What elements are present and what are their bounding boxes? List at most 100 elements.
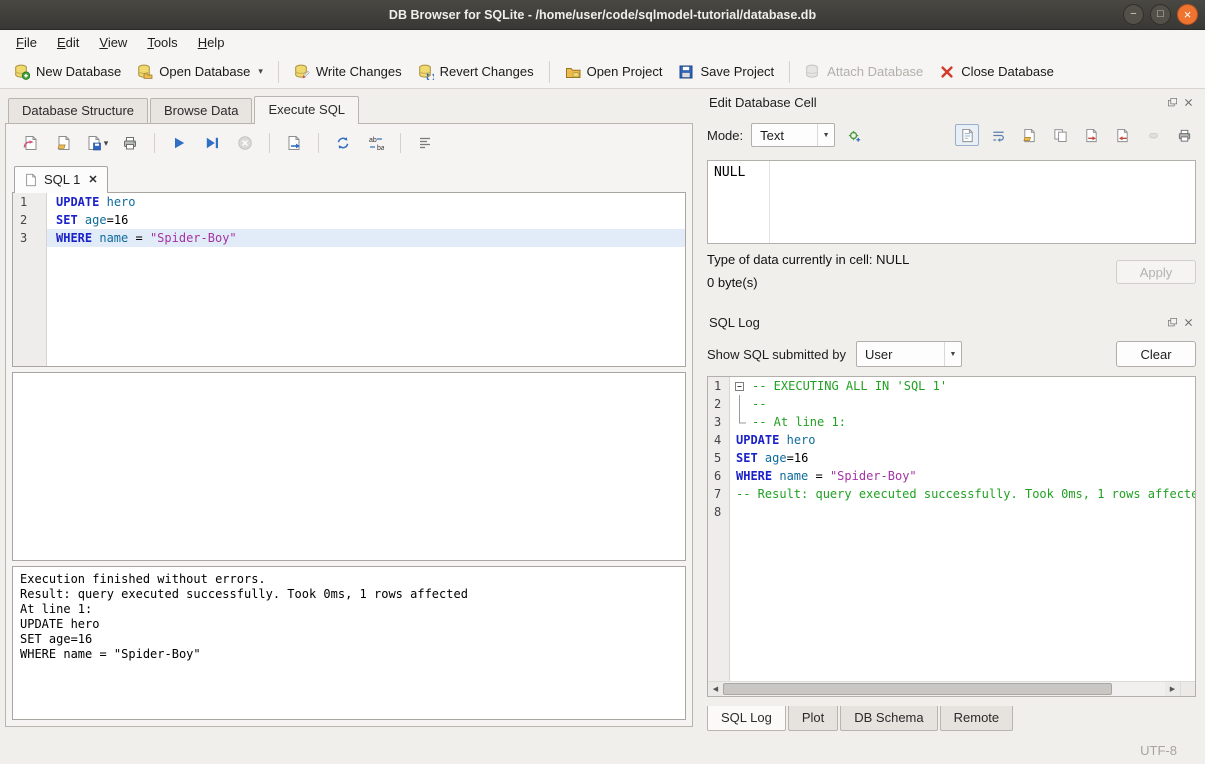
write-changes-button[interactable]: Write Changes (286, 60, 410, 84)
scroll-left-icon[interactable]: ◀ (708, 682, 723, 696)
import-cell-button[interactable] (1079, 124, 1103, 146)
close-database-button[interactable]: Close Database (931, 60, 1062, 84)
execute-current-line-button[interactable] (199, 131, 225, 155)
token-kw: WHERE (56, 231, 92, 245)
cell-editor[interactable]: NULL (707, 160, 1196, 244)
open-project-icon (565, 64, 581, 80)
print-icon (1177, 128, 1192, 143)
fold-marker-icon[interactable] (733, 377, 746, 395)
close-panel-icon[interactable] (1183, 97, 1194, 108)
menu-edit[interactable]: Edit (47, 32, 89, 53)
auto-switch-mode-button[interactable] (842, 124, 866, 146)
format-sql-button[interactable] (412, 131, 438, 155)
revert-changes-button[interactable]: Revert Changes (410, 60, 542, 84)
sql-editor[interactable]: 123 UPDATE heroSET age=16WHERE name = "S… (12, 192, 686, 367)
dropdown-arrow-icon[interactable]: ▾ (258, 66, 263, 77)
text-mode-button[interactable] (955, 124, 979, 146)
token-cm: -- At line 1: (752, 415, 846, 429)
svg-text:ba: ba (377, 145, 384, 151)
code-line[interactable]: SET age=16 (730, 449, 1195, 467)
token-num: 16 (114, 213, 128, 227)
window-controls: − □ × (1123, 4, 1198, 25)
open-project-button[interactable]: Open Project (557, 60, 671, 84)
code-line[interactable]: SET age=16 (47, 211, 685, 229)
code-line[interactable]: -- (730, 395, 1195, 413)
sql-tab-label: SQL 1 (44, 172, 80, 187)
export-cell-button[interactable] (1110, 124, 1134, 146)
execute-all-button[interactable] (166, 131, 192, 155)
token-kw: UPDATE (56, 195, 99, 209)
token-pl (779, 433, 786, 447)
open-cell-button[interactable] (1017, 124, 1041, 146)
line-number: 6 (708, 467, 729, 485)
format-sql-icon (417, 135, 433, 151)
token-cm: -- EXECUTING ALL IN 'SQL 1' (752, 379, 947, 393)
close-panel-icon[interactable] (1183, 317, 1194, 328)
export-results-button[interactable] (281, 131, 307, 155)
token-pl (758, 451, 765, 465)
code-line[interactable]: WHERE name = "Spider-Boy" (47, 229, 685, 247)
fold-marker-icon[interactable] (733, 395, 746, 413)
menu-help[interactable]: Help (188, 32, 235, 53)
tab-remote[interactable]: Remote (940, 706, 1014, 731)
word-wrap-button[interactable] (986, 124, 1010, 146)
open-sql-file-button[interactable] (51, 131, 77, 155)
code-line[interactable]: UPDATE hero (730, 431, 1195, 449)
new-database-button[interactable]: New Database (6, 60, 129, 84)
code-line[interactable] (730, 503, 1195, 521)
save-project-button[interactable]: Save Project (670, 60, 782, 84)
scroll-right-icon[interactable]: ▶ (1165, 682, 1180, 696)
print-button[interactable] (117, 131, 143, 155)
import-cell-icon (1084, 128, 1099, 143)
find-button[interactable] (330, 131, 356, 155)
code-line[interactable]: WHERE name = "Spider-Boy" (730, 467, 1195, 485)
sql-editor-content[interactable]: UPDATE heroSET age=16WHERE name = "Spide… (47, 193, 685, 366)
log-filter-select[interactable]: User ▼ (856, 341, 962, 367)
tab-sql-log[interactable]: SQL Log (707, 706, 786, 731)
tab-db-schema[interactable]: DB Schema (840, 706, 937, 731)
tab-browse-data[interactable]: Browse Data (150, 98, 252, 123)
toolbar-button-label: Revert Changes (440, 64, 534, 79)
dropdown-arrow-icon[interactable]: ▾ (104, 138, 109, 149)
minimize-button[interactable]: − (1123, 4, 1144, 25)
stop-button (232, 131, 258, 155)
menu-view[interactable]: View (89, 32, 137, 53)
code-line[interactable]: -- Result: query executed successfully. … (730, 485, 1195, 503)
float-panel-icon[interactable] (1167, 97, 1178, 108)
tab-plot[interactable]: Plot (788, 706, 838, 731)
horizontal-scrollbar[interactable]: ◀ ▶ (708, 681, 1195, 696)
scrollbar-thumb[interactable] (723, 683, 1112, 695)
open-database-button[interactable]: Open Database▾ (129, 60, 271, 84)
sql-log-editor[interactable]: 12345678 -- EXECUTING ALL IN 'SQL 1'----… (707, 376, 1196, 697)
float-panel-icon[interactable] (1167, 317, 1178, 328)
scrollbar-track[interactable] (723, 682, 1165, 696)
results-grid[interactable] (12, 372, 686, 561)
mode-select[interactable]: Text ▼ (751, 123, 835, 147)
maximize-button[interactable]: □ (1150, 4, 1171, 25)
copy-cell-button[interactable] (1048, 124, 1072, 146)
tab-database-structure[interactable]: Database Structure (8, 98, 148, 123)
close-tab-icon[interactable]: ✕ (88, 173, 97, 186)
edit-cell-header: Edit Database Cell (707, 92, 1196, 112)
fold-marker-icon[interactable] (733, 413, 746, 431)
print-button[interactable] (1172, 124, 1196, 146)
replace-button[interactable]: abba (363, 131, 389, 155)
save-sql-file-button[interactable]: ▾ (84, 131, 110, 155)
set-null-icon (1146, 128, 1161, 143)
close-button[interactable]: × (1177, 4, 1198, 25)
menu-tools[interactable]: Tools (137, 32, 187, 53)
code-line[interactable]: -- At line 1: (730, 413, 1195, 431)
tab-execute-sql[interactable]: Execute SQL (254, 96, 359, 124)
open-sql-new-tab-button[interactable] (18, 131, 44, 155)
tab-sql-1[interactable]: SQL 1 ✕ (14, 166, 108, 193)
titlebar[interactable]: DB Browser for SQLite - /home/user/code/… (0, 0, 1205, 30)
clear-button[interactable]: Clear (1116, 341, 1196, 367)
line-number: 1 (708, 377, 729, 395)
export-results-icon (286, 135, 302, 151)
code-line[interactable]: -- EXECUTING ALL IN 'SQL 1' (730, 377, 1195, 395)
menubar: FileEditViewToolsHelp (0, 30, 1205, 55)
menu-file[interactable]: File (6, 32, 47, 53)
token-id: hero (107, 195, 136, 209)
toolbar-button-label: New Database (36, 64, 121, 79)
code-line[interactable]: UPDATE hero (47, 193, 685, 211)
